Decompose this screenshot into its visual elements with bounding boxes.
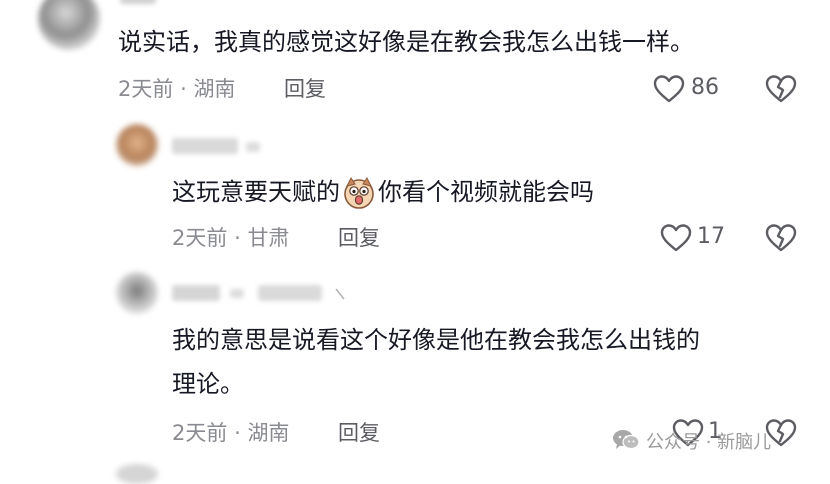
- avatar[interactable]: [116, 464, 158, 484]
- meta-separator: ·: [180, 77, 187, 101]
- reply-button[interactable]: 回复: [338, 224, 380, 252]
- meta-separator: ·: [234, 421, 241, 445]
- comment-location: 湖南: [193, 77, 236, 101]
- watermark-text: 公众号 · 新脑儿: [646, 432, 772, 453]
- broken-heart-icon: [765, 224, 797, 252]
- comment-text-part: 你看个视频就能会吗: [378, 178, 594, 206]
- dislike-button[interactable]: [765, 74, 797, 104]
- reply-button[interactable]: 回复: [338, 419, 380, 447]
- username[interactable]: [172, 138, 238, 154]
- avatar[interactable]: [38, 0, 100, 50]
- like-count: 17: [697, 224, 725, 249]
- comment-time: 2天前: [172, 421, 228, 445]
- comment-location: 湖南: [247, 421, 290, 445]
- comment-text-part: 这玩意要天赋的: [172, 178, 340, 206]
- heart-icon: [653, 75, 685, 103]
- heart-icon: [660, 224, 692, 252]
- comment-text: 这玩意要天赋的 你看个视频就能会吗: [172, 176, 594, 210]
- comment-text: 理论。: [172, 370, 244, 398]
- like-button[interactable]: 17: [660, 221, 730, 255]
- comment-meta: 2天前 · 甘肃: [172, 224, 289, 252]
- username-badge: [246, 142, 260, 152]
- username-badge: [230, 289, 244, 298]
- avatar[interactable]: [116, 124, 158, 166]
- comment-text: 我的意思是说看这个好像是他在教会我怎么出钱的: [172, 326, 700, 354]
- like-button[interactable]: 86: [653, 72, 733, 106]
- comment-location: 甘肃: [247, 226, 290, 250]
- meta-separator: ·: [234, 226, 241, 250]
- comment-meta: 2天前 · 湖南: [172, 419, 289, 447]
- wechat-icon: [612, 428, 640, 452]
- username[interactable]: [120, 0, 156, 4]
- username[interactable]: [172, 285, 220, 301]
- avatar[interactable]: [116, 272, 158, 314]
- reply-button[interactable]: 回复: [284, 75, 326, 103]
- comment-time: 2天前: [172, 226, 228, 250]
- like-count: 86: [691, 75, 719, 100]
- comment-text: 说实话，我真的感觉这好像是在教会我怎么出钱一样。: [118, 28, 694, 56]
- shocked-dog-emoji-icon: [344, 177, 374, 209]
- dislike-button[interactable]: [765, 223, 797, 253]
- broken-heart-icon: [765, 75, 797, 103]
- reply-target-username[interactable]: [258, 285, 322, 301]
- comment-meta: 2天前 · 湖南: [118, 75, 235, 103]
- reply-arrow-icon: [334, 286, 346, 300]
- comment-time: 2天前: [118, 77, 174, 101]
